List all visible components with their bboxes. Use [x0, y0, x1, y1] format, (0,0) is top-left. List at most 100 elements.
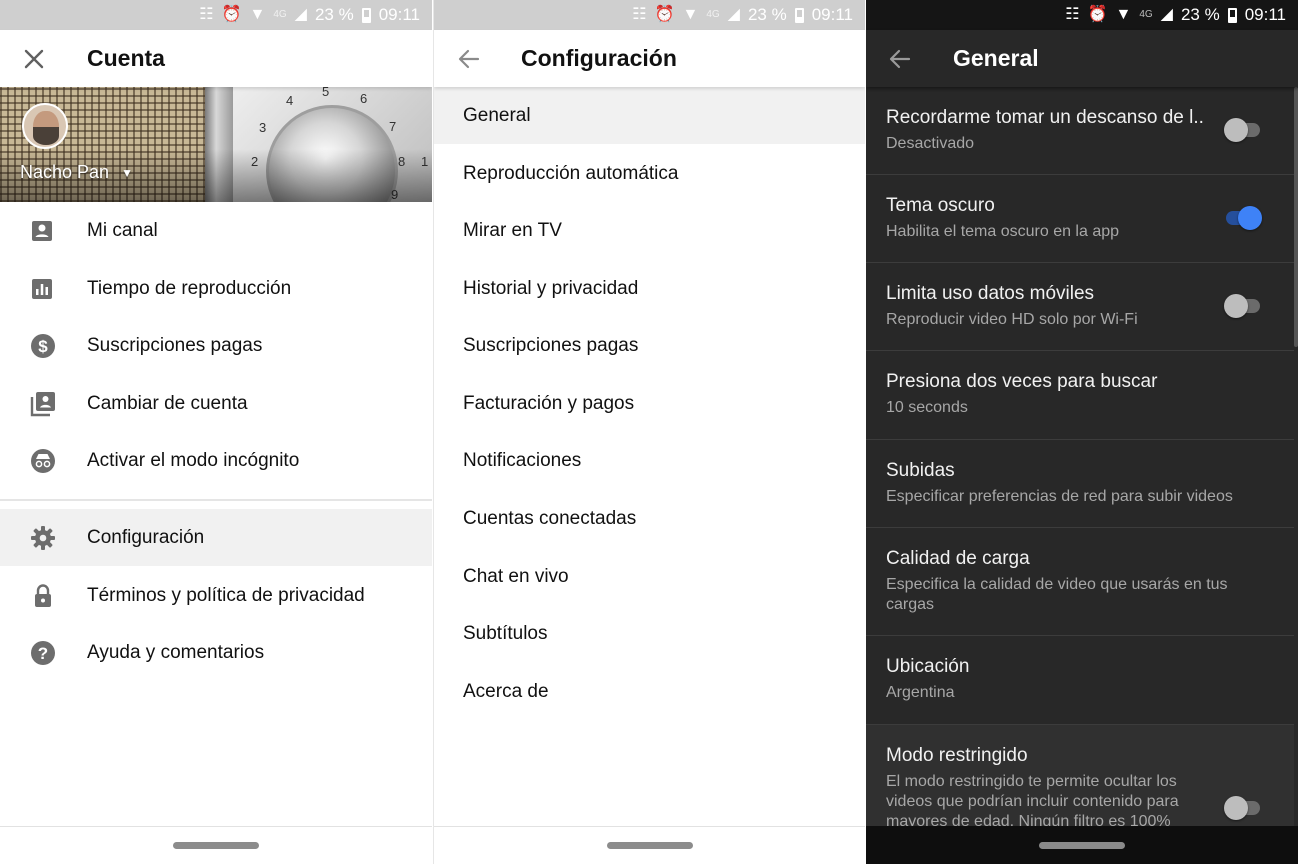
clock: 09:11 [811, 5, 853, 24]
general-panel: ☷ ⏰ ▼ 4G ◢ 23 % 09:11 General Recordarme… [866, 0, 1298, 864]
dark-theme-toggle[interactable] [1224, 205, 1264, 231]
dial-number: 4 [286, 93, 294, 108]
network-type-label: 4G [706, 9, 720, 20]
vibrate-icon: ☷ [632, 6, 647, 23]
menu-item-watch-time[interactable]: Tiempo de reproducción [0, 260, 432, 317]
scrollbar[interactable] [1294, 87, 1298, 347]
settings-item-watch-on-tv[interactable]: Mirar en TV [434, 202, 865, 259]
clock: 09:11 [378, 5, 420, 24]
menu-item-switch-account[interactable]: Cambiar de cuenta [0, 375, 432, 432]
account-name: Nacho Pan [20, 162, 110, 182]
setting-uploads[interactable]: Subidas Especificar preferencias de red … [866, 440, 1294, 528]
network-type-label: 4G [273, 9, 287, 20]
vibrate-icon: ☷ [199, 6, 214, 23]
limit-mobile-data-toggle[interactable] [1224, 293, 1264, 319]
lock-icon [0, 567, 87, 624]
settings-item-autoplay[interactable]: Reproducción automática [434, 145, 865, 202]
settings-panel: ☷ ⏰ ▼ 4G ◢ 23 % 09:11 Configuración Gene… [433, 0, 865, 864]
battery-icon [794, 7, 804, 23]
menu-item-label: Tiempo de reproducción [87, 277, 292, 299]
menu-item-label: Suscripciones pagas [87, 334, 263, 356]
setting-subtitle: Habilita el tema oscuro en la app [886, 223, 1120, 240]
dial-number: 5 [322, 87, 330, 99]
vibrate-icon: ☷ [1065, 6, 1080, 23]
avatar[interactable] [22, 103, 68, 149]
system-nav-bar [434, 826, 865, 864]
home-gesture-pill[interactable] [1039, 841, 1125, 849]
wifi-icon: ▼ [1115, 6, 1132, 23]
setting-dark-theme[interactable]: Tema oscuro Habilita el tema oscuro en l… [866, 175, 1294, 263]
home-gesture-pill[interactable] [173, 842, 259, 849]
setting-title: Limita uso datos móviles [886, 283, 1095, 304]
take-a-break-toggle[interactable] [1224, 117, 1264, 143]
close-button[interactable] [0, 30, 68, 87]
setting-title: Ubicación [886, 656, 970, 677]
menu-item-settings[interactable]: Configuración [0, 509, 432, 566]
setting-subtitle: Argentina [886, 684, 955, 701]
svg-text:?: ? [38, 644, 48, 663]
setting-take-a-break[interactable]: Recordarme tomar un descanso de l.. Desa… [866, 87, 1294, 175]
settings-item-about[interactable]: Acerca de [434, 663, 865, 720]
menu-item-terms[interactable]: Términos y política de privacidad [0, 567, 432, 624]
close-icon [24, 49, 44, 68]
status-bar: ☷ ⏰ ▼ 4G ◢ 23 % 09:11 [434, 0, 865, 30]
system-nav-bar [866, 826, 1298, 864]
setting-title: Recordarme tomar un descanso de l.. [886, 107, 1204, 128]
menu-item-my-channel[interactable]: Mi canal [0, 202, 432, 259]
help-icon: ? [0, 624, 87, 681]
alarm-icon: ⏰ [654, 6, 675, 23]
dial-number: 6 [360, 91, 368, 106]
battery-percent: 23 % [1180, 5, 1220, 24]
settings-item-history-privacy[interactable]: Historial y privacidad [434, 260, 865, 317]
setting-title: Tema oscuro [886, 195, 995, 216]
setting-double-tap-seek[interactable]: Presiona dos veces para buscar 10 second… [866, 351, 1294, 440]
signal-icon: ◢ [727, 6, 740, 23]
settings-item-captions[interactable]: Subtítulos [434, 605, 865, 662]
setting-subtitle: Especificar preferencias de red para sub… [886, 488, 1233, 505]
settings-toolbar: Configuración [434, 30, 865, 87]
account-switcher[interactable]: Nacho Pan ▼ [20, 162, 133, 183]
setting-title: Presiona dos veces para buscar [886, 371, 1158, 392]
page-title: Configuración [521, 45, 677, 71]
back-arrow-icon [458, 49, 480, 68]
restricted-mode-toggle[interactable] [1224, 795, 1264, 821]
settings-item-connected-accounts[interactable]: Cuentas conectadas [434, 490, 865, 547]
menu-item-label: Ayuda y comentarios [87, 641, 265, 663]
settings-item-general[interactable]: General [434, 87, 865, 144]
system-nav-bar [0, 826, 432, 864]
settings-item-notifications[interactable]: Notificaciones [434, 432, 865, 489]
switch-account-icon [0, 375, 87, 432]
avatar-beard [33, 127, 59, 145]
menu-item-label: Cambiar de cuenta [87, 392, 248, 414]
account-banner: 4 5 6 3 7 2 8 1 9 Nacho Pan ▼ [0, 87, 432, 202]
settings-item-live-chat[interactable]: Chat en vivo [434, 548, 865, 605]
menu-item-help[interactable]: ? Ayuda y comentarios [0, 624, 432, 681]
signal-icon: ◢ [294, 6, 307, 23]
svg-text:$: $ [38, 337, 48, 356]
back-button[interactable] [434, 30, 504, 87]
account-panel: ☷ ⏰ ▼ 4G ◢ 23 % 09:11 Cuenta 4 5 6 3 7 2… [0, 0, 432, 864]
home-gesture-pill[interactable] [606, 842, 693, 849]
page-title: Cuenta [87, 45, 165, 71]
setting-restricted-mode[interactable]: Modo restringido El modo restringido te … [866, 725, 1294, 826]
gear-icon [0, 509, 87, 566]
setting-limit-mobile-data[interactable]: Limita uso datos móviles Reproducir vide… [866, 263, 1294, 351]
alarm-icon: ⏰ [221, 6, 242, 23]
status-bar: ☷ ⏰ ▼ 4G ◢ 23 % 09:11 [866, 0, 1298, 30]
menu-item-label: Términos y política de privacidad [87, 584, 365, 606]
setting-title: Modo restringido [886, 745, 1028, 766]
menu-item-paid-subscriptions[interactable]: $ Suscripciones pagas [0, 317, 432, 374]
dial-number: 7 [389, 119, 397, 134]
page-title: General [953, 45, 1039, 71]
settings-item-paid-subscriptions[interactable]: Suscripciones pagas [434, 317, 865, 374]
setting-subtitle: 10 seconds [886, 399, 968, 416]
dollar-icon: $ [0, 317, 87, 374]
menu-item-incognito[interactable]: Activar el modo incógnito [0, 432, 432, 489]
setting-subtitle: El modo restringido te permite ocultar l… [886, 773, 1179, 826]
setting-location[interactable]: Ubicación Argentina [866, 636, 1294, 725]
wifi-icon: ▼ [682, 6, 699, 23]
back-button[interactable] [866, 30, 934, 87]
menu-item-label: Activar el modo incógnito [87, 449, 300, 471]
setting-upload-quality[interactable]: Calidad de carga Especifica la calidad d… [866, 528, 1294, 636]
settings-item-billing[interactable]: Facturación y pagos [434, 375, 865, 432]
